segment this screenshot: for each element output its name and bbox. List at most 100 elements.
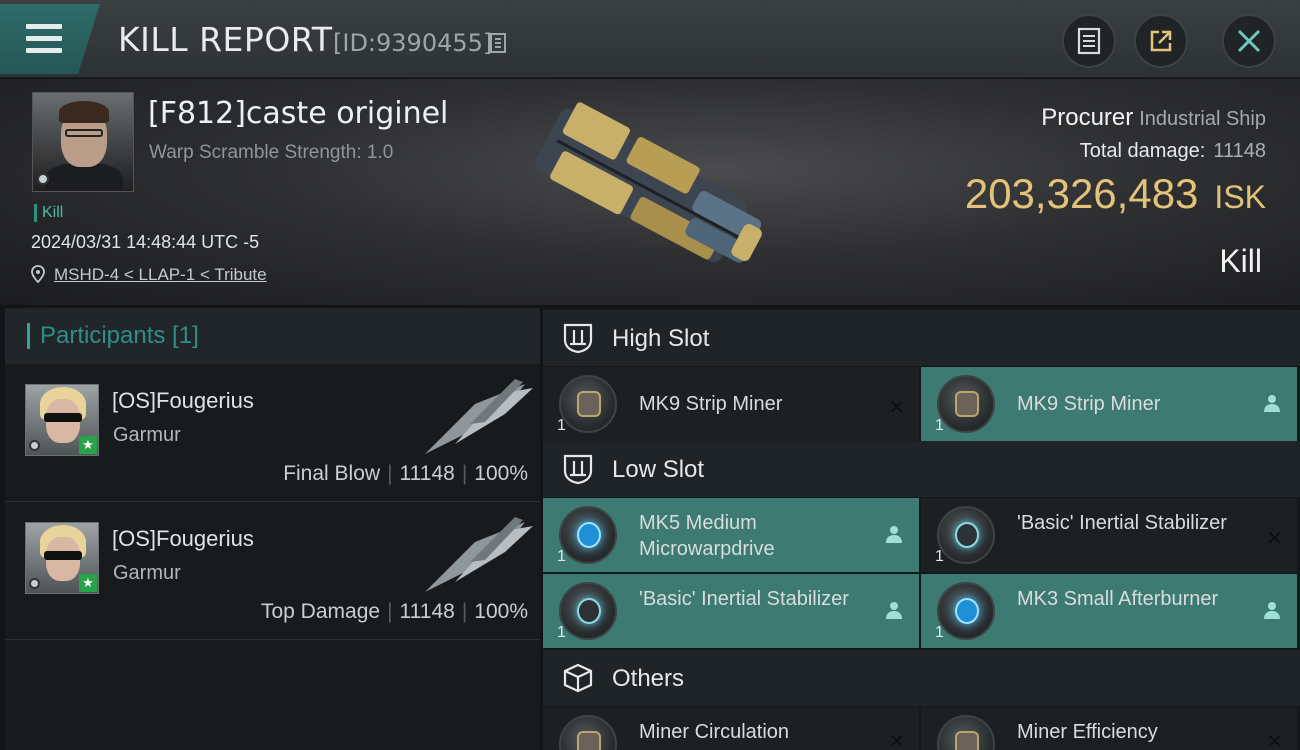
participants-header: Participants [1] bbox=[5, 308, 540, 364]
destroyed-x-icon: ✕ bbox=[888, 731, 905, 750]
afterburner-icon bbox=[937, 582, 995, 640]
total-damage-label: Total damage: bbox=[1079, 140, 1206, 162]
separator: | bbox=[461, 462, 468, 485]
participant-avatar[interactable]: ★ bbox=[25, 522, 99, 594]
dropped-person-icon bbox=[1264, 602, 1280, 619]
module-qty: 1 bbox=[557, 417, 566, 434]
menu-icon-bar bbox=[26, 36, 62, 41]
module-item[interactable]: Miner Efficiency ✕ bbox=[921, 707, 1297, 750]
participant-ship-image bbox=[425, 517, 533, 592]
high-slot-header: High Slot bbox=[543, 310, 1300, 366]
close-button[interactable] bbox=[1222, 14, 1276, 68]
strip-miner-icon bbox=[559, 375, 617, 433]
isk-unit: ISK bbox=[1214, 179, 1266, 215]
location-link[interactable]: MSHD-4 < LLAP-1 < Tribute bbox=[54, 265, 267, 285]
others-label: Others bbox=[612, 665, 685, 692]
module-name: 'Basic' Inertial Stabilizer bbox=[639, 588, 849, 610]
corp-icon bbox=[29, 440, 40, 451]
destroyed-x-icon: ✕ bbox=[1266, 731, 1283, 750]
kill-datetime: 2024/03/31 14:48:44 UTC -5 bbox=[31, 232, 260, 252]
module-name: MK3 Small Afterburner bbox=[1017, 588, 1219, 610]
total-damage-value: 11148 bbox=[1213, 140, 1266, 162]
ship-type: Procurer bbox=[1041, 104, 1134, 131]
dropped-person-icon bbox=[1264, 395, 1280, 412]
participant-damage: 11148 bbox=[399, 600, 455, 623]
report-button[interactable] bbox=[1062, 14, 1116, 68]
total-damage: Total damage: 11148 bbox=[1080, 140, 1266, 163]
location-pin-icon bbox=[31, 265, 45, 283]
module-item[interactable]: 1 MK9 Strip Miner bbox=[921, 367, 1297, 441]
participant-ship: Garmur bbox=[113, 562, 181, 584]
ship-class: Industrial Ship bbox=[1139, 108, 1266, 130]
module-item[interactable]: 1 'Basic' Inertial Stabilizer ✕ bbox=[921, 498, 1297, 572]
menu-icon bbox=[26, 24, 62, 29]
module-qty: 1 bbox=[557, 548, 566, 565]
menu-icon-bar bbox=[26, 48, 62, 53]
corp-icon bbox=[29, 578, 40, 589]
isk-value: 203,326,483 ISK bbox=[965, 170, 1266, 218]
star-icon: ★ bbox=[79, 574, 97, 592]
top-bar: KILL REPORT [ID:9390455] bbox=[0, 0, 1300, 78]
copy-icon[interactable] bbox=[490, 33, 506, 53]
others-header: Others bbox=[543, 650, 1300, 706]
rig-icon bbox=[559, 715, 617, 750]
document-icon bbox=[1077, 27, 1101, 55]
module-item[interactable]: 1 'Basic' Inertial Stabilizer bbox=[543, 574, 919, 648]
participant-ship-image bbox=[425, 379, 533, 454]
dropped-person-icon bbox=[886, 602, 902, 619]
separator: | bbox=[387, 462, 393, 485]
close-icon bbox=[1237, 29, 1261, 53]
low-slot-header: Low Slot bbox=[543, 441, 1300, 497]
destroyed-x-icon: ✕ bbox=[888, 397, 905, 419]
module-item[interactable]: 1 MK5 Medium Microwarpdrive bbox=[543, 498, 919, 572]
victim-name[interactable]: [F812]caste originel bbox=[148, 96, 448, 131]
kill-tag: Kill bbox=[34, 204, 63, 222]
participant-damage: 11148 bbox=[399, 462, 455, 485]
low-slot-label: Low Slot bbox=[612, 456, 705, 483]
module-item[interactable]: Miner Circulation ✕ bbox=[543, 707, 919, 750]
module-item[interactable]: 1 MK9 Strip Miner ✕ bbox=[543, 367, 919, 441]
cube-icon bbox=[563, 663, 593, 693]
warp-scramble-strength: Warp Scramble Strength: 1.0 bbox=[149, 142, 394, 163]
participants-title: Participants [1] bbox=[27, 323, 199, 349]
participant-name[interactable]: [OS]Fougerius bbox=[112, 388, 254, 414]
corp-icon bbox=[37, 173, 49, 185]
module-name: 'Basic' Inertial Stabilizer bbox=[1017, 512, 1227, 534]
participant-avatar[interactable]: ★ bbox=[25, 384, 99, 456]
inertial-stabilizer-icon bbox=[559, 582, 617, 640]
participant-name[interactable]: [OS]Fougerius bbox=[112, 526, 254, 552]
module-qty: 1 bbox=[935, 548, 944, 565]
module-name: MK9 Strip Miner bbox=[1017, 393, 1161, 415]
separator: | bbox=[387, 600, 393, 623]
share-button[interactable] bbox=[1134, 14, 1188, 68]
report-id: [ID:9390455] bbox=[333, 29, 493, 57]
fitting-panel: High Slot 1 MK9 Strip Miner ✕ 1 MK9 Stri… bbox=[543, 308, 1300, 750]
module-qty: 1 bbox=[935, 624, 944, 641]
participants-panel: Participants [1] ★ [OS]Fougerius Garmur … bbox=[5, 308, 540, 750]
high-slot-icon bbox=[563, 323, 593, 354]
module-name: Miner Efficiency bbox=[1017, 721, 1158, 743]
module-qty: 1 bbox=[935, 417, 944, 434]
high-slot-label: High Slot bbox=[612, 325, 710, 352]
participant-row[interactable]: ★ [OS]Fougerius Garmur Final Blow | 11148 |… bbox=[5, 366, 540, 502]
portrait-suit bbox=[45, 163, 123, 191]
participant-role: Final Blow bbox=[283, 462, 381, 485]
share-icon bbox=[1150, 30, 1172, 52]
kill-result: Kill bbox=[1219, 243, 1262, 279]
participant-row[interactable]: ★ [OS]Fougerius Garmur Top Damage | 11148 |… bbox=[5, 504, 540, 640]
destroyed-x-icon: ✕ bbox=[1266, 528, 1283, 550]
menu-button[interactable] bbox=[0, 4, 100, 74]
module-item[interactable]: 1 MK3 Small Afterburner bbox=[921, 574, 1297, 648]
strip-miner-icon bbox=[937, 375, 995, 433]
participant-stats: Final Blow | 11148 | 100% bbox=[283, 462, 528, 486]
victim-ship-image bbox=[535, 102, 762, 263]
participant-percent: 100% bbox=[474, 462, 528, 485]
star-icon: ★ bbox=[79, 436, 97, 454]
page-title: KILL REPORT bbox=[118, 20, 333, 59]
portrait-glasses bbox=[65, 129, 103, 137]
avatar-sunglasses bbox=[44, 551, 82, 560]
victim-portrait[interactable] bbox=[32, 92, 134, 192]
module-name: MK9 Strip Miner bbox=[639, 393, 783, 415]
participant-stats: Top Damage | 11148 | 100% bbox=[261, 600, 528, 624]
participant-percent: 100% bbox=[474, 600, 528, 623]
